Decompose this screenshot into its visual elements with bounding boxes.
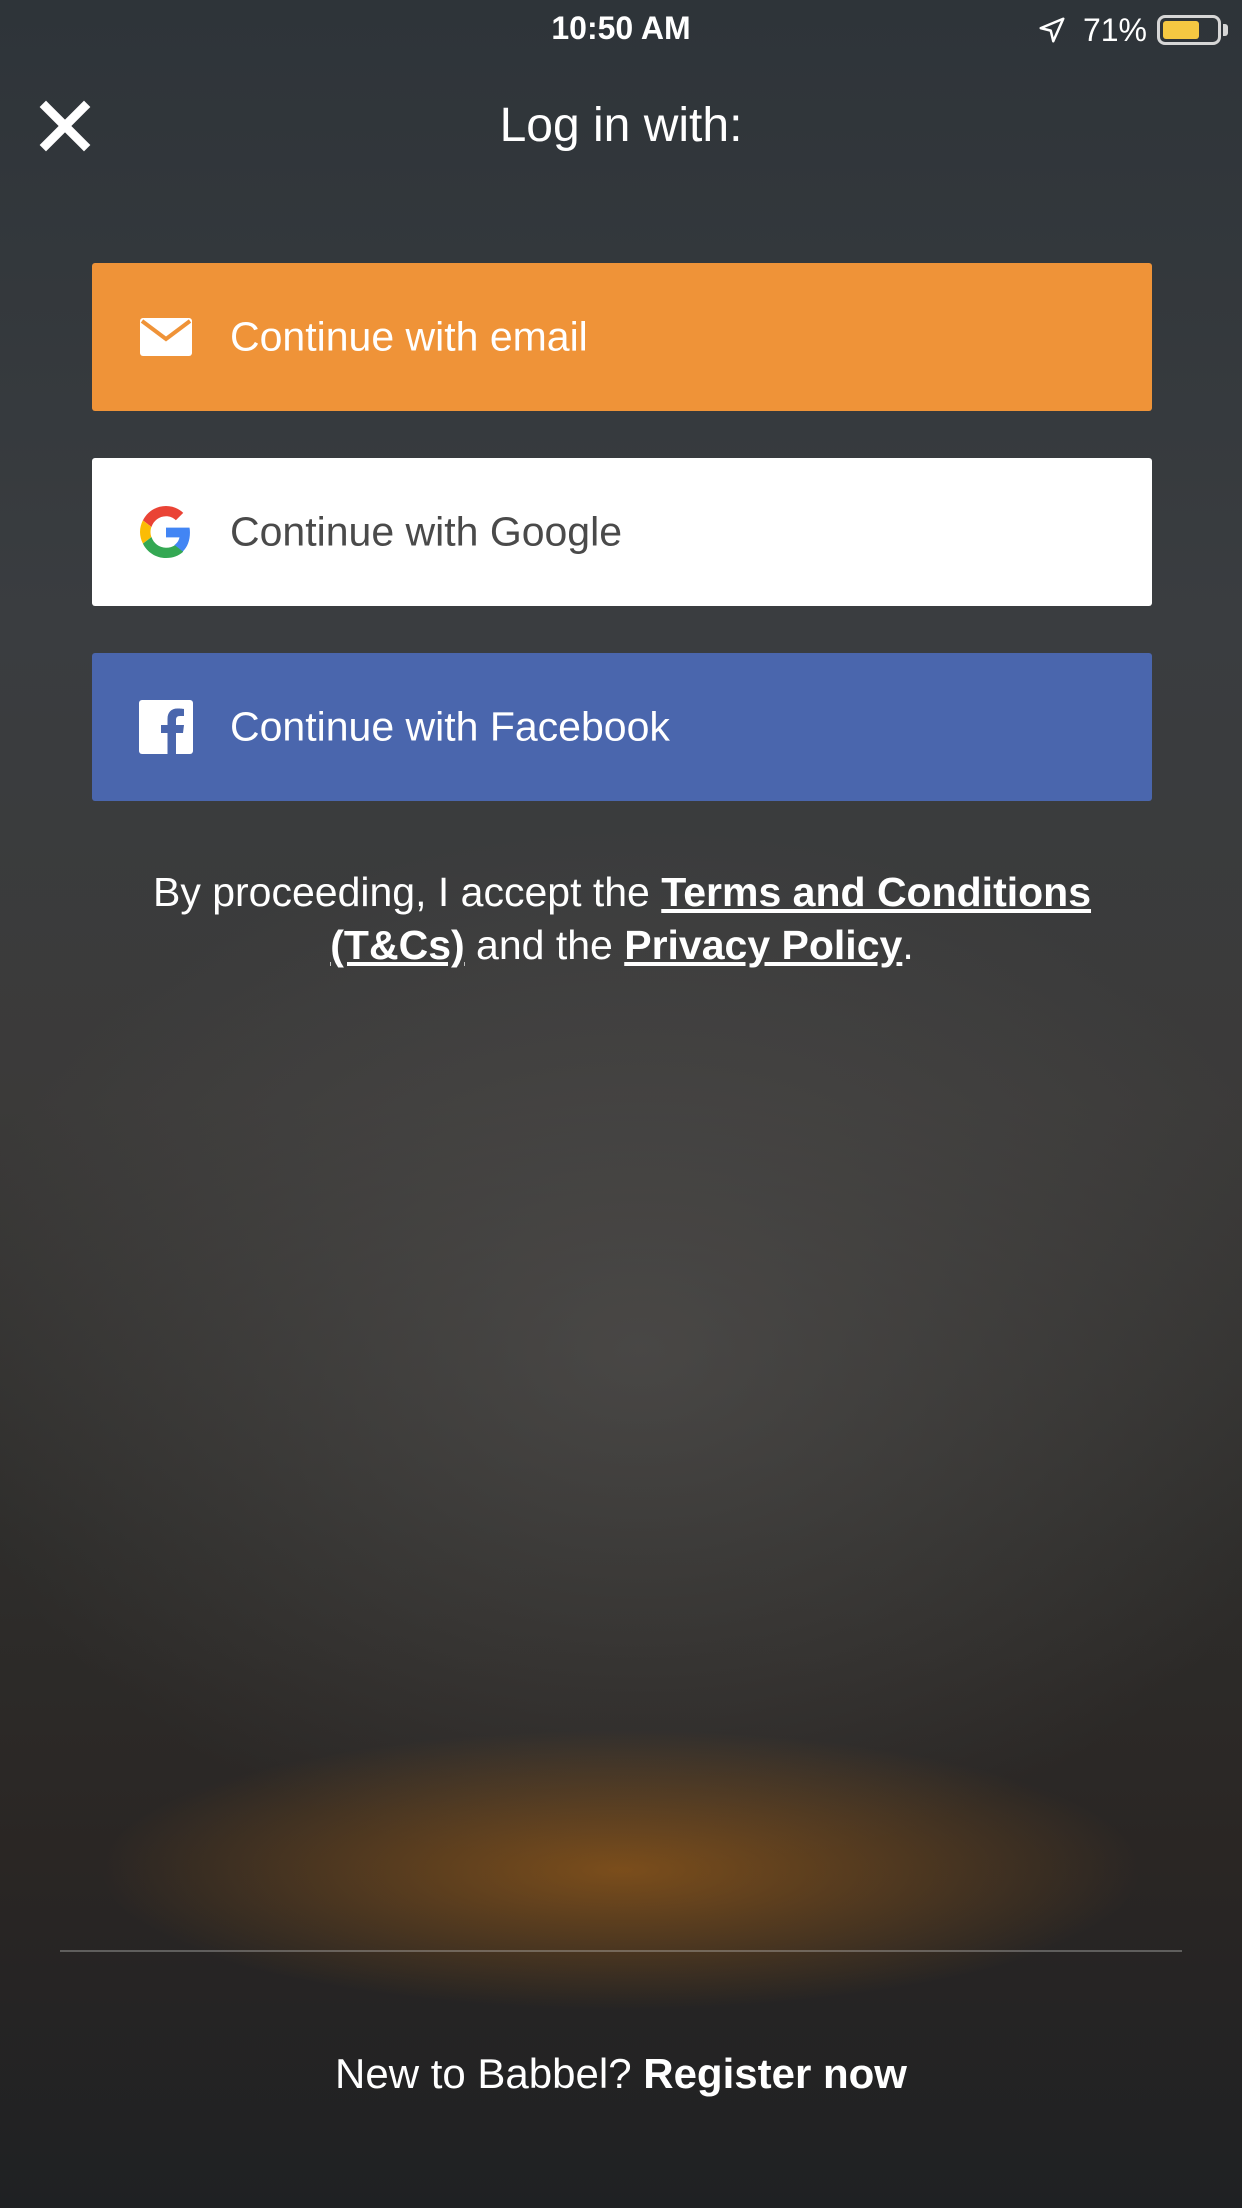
legal-suffix: . — [902, 922, 914, 968]
status-indicators: 71% — [1037, 12, 1228, 48]
continue-with-facebook-button[interactable]: Continue with Facebook — [92, 653, 1152, 801]
page-title: Log in with: — [499, 99, 743, 152]
register-now-link[interactable]: Register now — [643, 2050, 907, 2097]
battery-level — [1163, 21, 1200, 39]
status-bar: 10:50 AM 71% — [0, 0, 1242, 58]
continue-with-email-button[interactable]: Continue with email — [92, 263, 1152, 411]
register-question: New to Babbel? — [335, 2050, 644, 2097]
legal-notice: By proceeding, I accept the Terms and Co… — [92, 866, 1152, 972]
legal-prefix: By proceeding, I accept the — [152, 869, 662, 915]
battery-percent: 71% — [1082, 11, 1147, 48]
continue-with-google-button[interactable]: Continue with Google — [92, 458, 1152, 606]
facebook-icon — [136, 697, 196, 757]
battery-icon — [1157, 15, 1221, 45]
battery-cap — [1223, 24, 1228, 36]
facebook-button-label: Continue with Facebook — [230, 703, 670, 750]
email-button-label: Continue with email — [230, 313, 588, 360]
divider — [60, 1950, 1182, 1952]
google-logo — [136, 502, 196, 562]
email-icon — [136, 307, 196, 367]
legal-middle: and the — [464, 922, 625, 968]
register-prompt: New to Babbel? Register now — [0, 2050, 1242, 2098]
location-arrow-icon — [1037, 15, 1067, 45]
privacy-link[interactable]: Privacy Policy — [624, 922, 902, 968]
google-button-label: Continue with Google — [230, 508, 623, 555]
